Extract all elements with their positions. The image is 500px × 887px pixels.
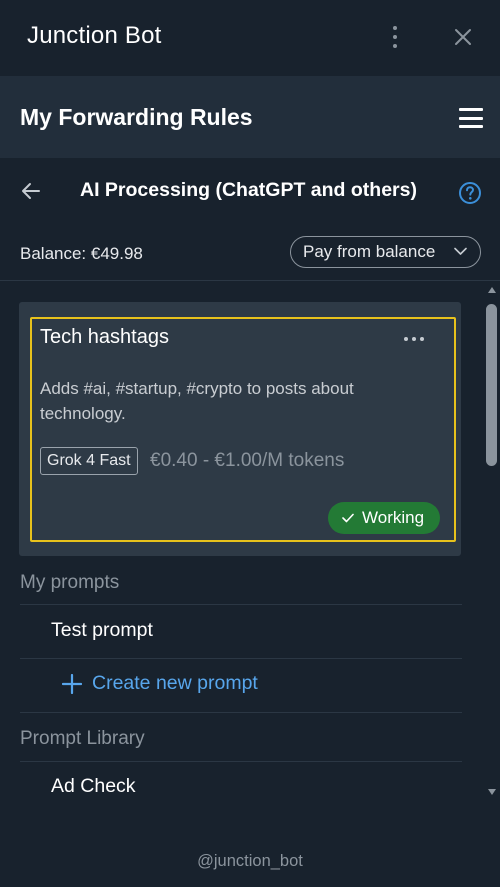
my-prompts-heading: My prompts [20, 572, 120, 593]
divider [20, 604, 462, 605]
page-title: My Forwarding Rules [20, 104, 253, 130]
app-title: Junction Bot [27, 22, 162, 49]
hamburger-menu-icon[interactable] [459, 108, 483, 128]
balance-text: Balance: €49.98 [20, 244, 143, 263]
payment-method-select[interactable]: Pay from balance [290, 236, 481, 268]
rule-description: Adds #ai, #startup, #crypto to posts abo… [40, 379, 354, 423]
divider [20, 761, 462, 762]
list-item[interactable]: Test prompt [51, 619, 153, 642]
divider [0, 280, 500, 281]
section-title: AI Processing (ChatGPT and others) [80, 179, 417, 201]
scroll-down-icon[interactable] [487, 788, 497, 796]
close-icon[interactable] [450, 24, 476, 50]
divider [20, 712, 462, 713]
help-icon[interactable] [458, 181, 482, 205]
divider [20, 658, 462, 659]
scrollbar[interactable] [483, 282, 500, 802]
model-tag: Grok 4 Fast [40, 447, 138, 475]
plus-icon [62, 673, 82, 694]
price-text: €0.40 - €1.00/M tokens [150, 450, 345, 471]
scroll-up-icon[interactable] [487, 286, 497, 294]
payment-method-value: Pay from balance [303, 242, 436, 261]
prompt-library-heading: Prompt Library [20, 728, 145, 749]
create-prompt-label: Create new prompt [92, 672, 258, 694]
scroll-thumb[interactable] [486, 304, 497, 466]
status-badge: Working [328, 502, 440, 534]
more-horiz-icon[interactable] [404, 337, 424, 341]
check-icon [342, 513, 354, 523]
chevron-down-icon [454, 247, 467, 255]
back-arrow-icon[interactable] [20, 180, 42, 202]
list-item[interactable]: Ad Check [51, 775, 136, 798]
bot-handle: @junction_bot [197, 852, 303, 870]
more-vert-icon[interactable] [384, 24, 406, 50]
status-label: Working [362, 508, 425, 527]
create-prompt-button[interactable]: Create new prompt [62, 672, 258, 695]
rule-title: Tech hashtags [40, 326, 169, 348]
